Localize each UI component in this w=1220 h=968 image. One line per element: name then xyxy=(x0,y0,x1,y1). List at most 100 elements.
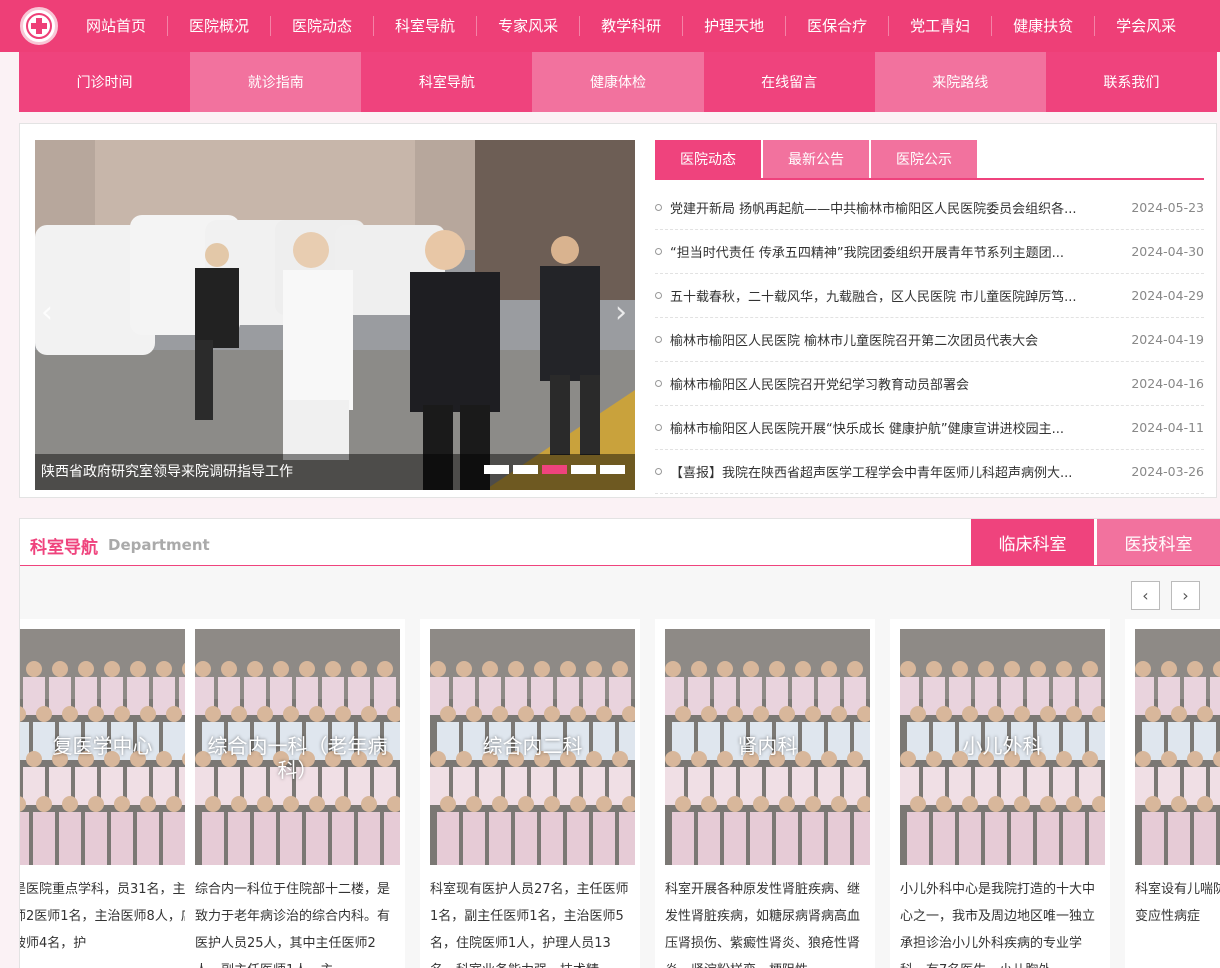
sub-nav: 门诊时间 就诊指南 科室导航 健康体检 在线留言 来院路线 联系我们 xyxy=(19,52,1217,112)
hospital-logo[interactable] xyxy=(20,7,58,45)
nav-item[interactable]: 护理天地 xyxy=(682,16,785,36)
carousel-prev-icon[interactable]: ‹ xyxy=(41,295,53,330)
news-item[interactable]: 榆林市榆阳区人民医院开展“快乐成长 健康护航”健康宣讲进校园主... 2024-0… xyxy=(655,406,1204,450)
news-title[interactable]: 榆林市榆阳区人民医院开展“快乐成长 健康护航”健康宣讲进校园主... xyxy=(670,418,1115,437)
department-name[interactable]: 小儿外科 xyxy=(900,734,1105,758)
nav-item[interactable]: 党工青妇 xyxy=(888,16,991,36)
carousel-photo xyxy=(35,140,635,490)
news-title[interactable]: 榆林市榆阳区人民医院 榆林市儿童医院召开第二次团员代表大会 xyxy=(670,330,1115,349)
department-photo: 综合内二科 xyxy=(430,629,635,865)
department-card[interactable]: 复医学中心科是医院重点学科，员31名，主任医师2医师1名，主治医师8人，店年被师… xyxy=(20,619,210,968)
carousel-dot[interactable] xyxy=(484,465,509,474)
bullet-icon xyxy=(655,204,662,211)
news-item[interactable]: 五十载春秋，二十载风华，九载融合，区人民医院 市儿童医院踔厉笃... 2024-0… xyxy=(655,274,1204,318)
news-date: 2024-05-23 xyxy=(1131,200,1204,215)
subnav-item[interactable]: 健康体检 xyxy=(532,52,704,112)
tab-medtech-departments[interactable]: 医技科室 xyxy=(1097,519,1220,565)
news-title[interactable]: 五十载春秋，二十载风华，九载融合，区人民医院 市儿童医院踔厉笃... xyxy=(670,286,1115,305)
department-name[interactable]: 肾内科 xyxy=(665,734,870,758)
nav-item[interactable]: 专家风采 xyxy=(476,16,579,36)
department-section: 科室导航 Department 临床科室 医技科室 ‹ › 复医学中心科是医院重… xyxy=(19,518,1220,968)
chevron-right-icon[interactable]: › xyxy=(1171,581,1200,610)
carousel-dot[interactable] xyxy=(513,465,538,474)
bullet-icon xyxy=(655,468,662,475)
department-photo: 儿 xyxy=(1135,629,1220,865)
news-item[interactable]: 【喜报】我院在陕西省超声医学工程学会中青年医师儿科超声病例大... 2024-03… xyxy=(655,450,1204,494)
news-date: 2024-04-11 xyxy=(1131,420,1204,435)
news-title[interactable]: “担当时代责任 传承五四精神”我院团委组织开展青年节系列主题团... xyxy=(670,242,1115,261)
carousel-dots xyxy=(484,465,625,474)
department-name[interactable]: 复医学中心 xyxy=(20,734,205,758)
nav-item[interactable]: 网站首页 xyxy=(66,16,167,36)
subnav-item[interactable]: 门诊时间 xyxy=(19,52,191,112)
subnav-item[interactable]: 联系我们 xyxy=(1045,52,1217,112)
news-tab[interactable]: 医院动态 xyxy=(655,140,761,178)
news-tabs: 医院动态 最新公告 医院公示 xyxy=(655,140,1204,180)
subnav-item[interactable]: 来院路线 xyxy=(874,52,1046,112)
news-item[interactable]: 榆林市榆阳区人民医院 榆林市儿童医院召开第二次团员代表大会 2024-04-19 xyxy=(655,318,1204,362)
department-photo: 复医学中心 xyxy=(20,629,205,865)
department-carousel-controls: ‹ › xyxy=(1131,581,1200,610)
bullet-icon xyxy=(655,380,662,387)
department-photo: 小儿外科 xyxy=(900,629,1105,865)
department-card[interactable]: 综合内一科（老年病科） 综合内一科位于住院部十二楼，是致力于老年病诊治的综合内科。… xyxy=(185,619,405,968)
department-header: 科室导航 Department 临床科室 医技科室 xyxy=(20,519,1220,566)
carousel-dot[interactable] xyxy=(600,465,625,474)
news-tab[interactable]: 医院公示 xyxy=(871,140,977,178)
nav-item[interactable]: 医院动态 xyxy=(270,16,373,36)
department-card[interactable]: 小儿外科小儿外科中心是我院打造的十大中心之一，我市及周边地区唯一独立承担诊治小儿… xyxy=(890,619,1110,968)
department-title: 科室导航 xyxy=(30,538,98,558)
news-item[interactable]: 党建开新局 扬帆再起航——中共榆林市榆阳区人民医院委员会组织各... 2024-0… xyxy=(655,186,1204,230)
news-title[interactable]: 党建开新局 扬帆再起航——中共榆林市榆阳区人民医院委员会组织各... xyxy=(670,198,1115,217)
department-photo: 综合内一科（老年病科） xyxy=(195,629,400,865)
news-carousel[interactable]: ‹ › 陕西省政府研究室领导来院调研指导工作 xyxy=(35,140,635,490)
news-item[interactable]: 榆林市榆阳区人民医院召开党纪学习教育动员部署会 2024-04-16 xyxy=(655,362,1204,406)
department-description: 科是医院重点学科，员31名，主任医师2医师1名，主治医师8人，店年被师4名，护 xyxy=(20,882,199,951)
nav-item[interactable]: 科室导航 xyxy=(373,16,476,36)
nav-item[interactable]: 教学科研 xyxy=(579,16,682,36)
department-card[interactable]: 儿科室设有儿喘防治中心喘病房，呼变应性病症 xyxy=(1125,619,1220,968)
top-nav: 网站首页 医院概况 医院动态 科室导航 专家风采 教学科研 护理天地 医保合疗 党工青妇 健康扶贫… xyxy=(0,0,1220,52)
nav-item[interactable]: 学会风采 xyxy=(1094,16,1197,36)
nav-item[interactable]: 健康扶贫 xyxy=(991,16,1094,36)
department-description: 科室现有医护人员27名，主任医师1名，副主任医师1名，主治医师5名，住院医师1人… xyxy=(430,882,629,968)
news-date: 2024-04-19 xyxy=(1131,332,1204,347)
news-title[interactable]: 【喜报】我院在陕西省超声医学工程学会中青年医师儿科超声病例大... xyxy=(670,462,1115,481)
news-date: 2024-03-26 xyxy=(1131,464,1204,479)
bullet-icon xyxy=(655,336,662,343)
carousel-dot[interactable] xyxy=(571,465,596,474)
tab-clinical-departments[interactable]: 临床科室 xyxy=(971,519,1094,565)
news-item[interactable]: “担当时代责任 传承五四精神”我院团委组织开展青年节系列主题团... 2024-0… xyxy=(655,230,1204,274)
department-name[interactable]: 综合内二科 xyxy=(430,734,635,758)
department-description: 科室设有儿喘防治中心喘病房，呼变应性病症 xyxy=(1135,882,1220,924)
nav-item[interactable]: 医保合疗 xyxy=(785,16,888,36)
carousel-next-icon[interactable]: › xyxy=(615,295,627,330)
news-date: 2024-04-30 xyxy=(1131,244,1204,259)
subnav-item[interactable]: 在线留言 xyxy=(703,52,875,112)
news-list: 党建开新局 扬帆再起航——中共榆林市榆阳区人民医院委员会组织各... 2024-0… xyxy=(655,186,1204,494)
department-cards: 复医学中心科是医院重点学科，员31名，主任医师2医师1名，主治医师8人，店年被师… xyxy=(20,619,1220,968)
department-description: 科室开展各种原发性肾脏疾病、继发性肾脏疾病，如糖尿病肾病高血压肾损伤、紫癜性肾炎… xyxy=(665,882,861,968)
department-card[interactable]: 肾内科科室开展各种原发性肾脏疾病、继发性肾脏疾病，如糖尿病肾病高血压肾损伤、紫癜… xyxy=(655,619,875,968)
bullet-icon xyxy=(655,292,662,299)
bullet-icon xyxy=(655,248,662,255)
department-name[interactable]: 综合内一科（老年病科） xyxy=(195,734,400,782)
subnav-item[interactable]: 科室导航 xyxy=(361,52,533,112)
main-menu: 网站首页 医院概况 医院动态 科室导航 专家风采 教学科研 护理天地 医保合疗 党工青妇 健康扶贫… xyxy=(66,0,1220,52)
department-description: 综合内一科位于住院部十二楼，是致力于老年病诊治的综合内科。有 医护人员25人，其… xyxy=(195,882,391,968)
subnav-item[interactable]: 就诊指南 xyxy=(190,52,362,112)
department-name[interactable]: 儿 xyxy=(1135,734,1220,758)
news-date: 2024-04-29 xyxy=(1131,288,1204,303)
bullet-icon xyxy=(655,424,662,431)
department-card[interactable]: 综合内二科科室现有医护人员27名，主任医师1名，副主任医师1名，主治医师5名，住… xyxy=(420,619,640,968)
news-tab[interactable]: 最新公告 xyxy=(763,140,869,178)
news-title[interactable]: 榆林市榆阳区人民医院召开党纪学习教育动员部署会 xyxy=(670,374,1115,393)
news-date: 2024-04-16 xyxy=(1131,376,1204,391)
department-description: 小儿外科中心是我院打造的十大中心之一，我市及周边地区唯一独立承担诊治小儿外科疾病… xyxy=(900,882,1096,968)
chevron-left-icon[interactable]: ‹ xyxy=(1131,581,1160,610)
department-subtitle: Department xyxy=(108,536,210,554)
department-photo: 肾内科 xyxy=(665,629,870,865)
nav-item[interactable]: 医院概况 xyxy=(167,16,270,36)
news-section: ‹ › 陕西省政府研究室领导来院调研指导工作 医院动态 最新公告 医院公示 党建开新… xyxy=(19,123,1217,498)
carousel-dot[interactable] xyxy=(542,465,567,474)
